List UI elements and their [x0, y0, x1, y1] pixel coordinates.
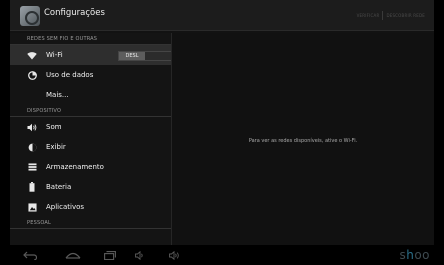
wifi-off-message: Para ver as redes disponíveis, ative o W…: [248, 138, 358, 144]
action-bar: Configurações VERIFICAR DESCOBRIR REDE: [10, 0, 434, 31]
storage-icon: [27, 162, 37, 172]
section-header-device: DISPOSITIVO: [10, 105, 171, 117]
settings-list: REDES SEM FIO E OUTRAS Wi-Fi DESL Uso de…: [10, 33, 171, 245]
wifi-icon: [27, 50, 37, 60]
sidebar-item-label: Bateria: [46, 183, 72, 191]
discover-network-button[interactable]: DESCOBRIR REDE: [383, 13, 428, 18]
sidebar-item-battery[interactable]: Bateria: [10, 177, 171, 197]
volume-up-icon[interactable]: [168, 249, 182, 261]
sidebar-item-wifi[interactable]: Wi-Fi DESL: [10, 45, 171, 65]
volume-down-icon[interactable]: [134, 249, 146, 261]
sidebar-item-label: Som: [46, 123, 62, 131]
navigation-bar: shoo: [10, 245, 434, 265]
sidebar-item-sound[interactable]: Som: [10, 117, 171, 137]
wifi-toggle-state: DESL: [119, 52, 145, 60]
sidebar-item-label: Armazenamento: [46, 163, 104, 171]
back-icon[interactable]: [22, 249, 38, 261]
logo-suffix: oo: [414, 248, 430, 262]
home-icon[interactable]: [64, 249, 82, 261]
sidebar-item-label: Exibir: [46, 143, 66, 151]
recents-icon[interactable]: [103, 249, 117, 261]
apps-icon: [27, 202, 37, 212]
page-title: Configurações: [44, 8, 105, 18]
display-icon: [27, 142, 37, 152]
sidebar-item-label: Aplicativos: [46, 203, 85, 211]
action-bar-actions: VERIFICAR DESCOBRIR REDE: [354, 11, 428, 20]
section-header-personal: PESSOAL: [10, 217, 171, 229]
scan-button[interactable]: VERIFICAR: [354, 13, 383, 18]
sound-icon: [27, 122, 37, 132]
watermark-logo: shoo: [399, 248, 430, 262]
sidebar-item-storage[interactable]: Armazenamento: [10, 157, 171, 177]
settings-app-icon[interactable]: [20, 6, 40, 26]
sidebar-item-display[interactable]: Exibir: [10, 137, 171, 157]
sidebar-item-data-usage[interactable]: Uso de dados: [10, 65, 171, 85]
sidebar-item-apps[interactable]: Aplicativos: [10, 197, 171, 217]
battery-icon: [27, 182, 37, 192]
sidebar-item-more[interactable]: Mais...: [10, 85, 171, 105]
detail-pane: Para ver as redes disponíveis, ative o W…: [172, 33, 434, 245]
sidebar-item-label: Mais...: [46, 91, 69, 99]
data-usage-icon: [27, 70, 37, 80]
more-spacer: [27, 90, 37, 100]
settings-screen: Configurações VERIFICAR DESCOBRIR REDE R…: [10, 0, 434, 265]
section-header-wireless: REDES SEM FIO E OUTRAS: [10, 33, 171, 45]
wifi-toggle[interactable]: DESL: [118, 51, 171, 61]
sidebar-item-label: Uso de dados: [46, 71, 94, 79]
sidebar-item-label: Wi-Fi: [46, 51, 63, 59]
